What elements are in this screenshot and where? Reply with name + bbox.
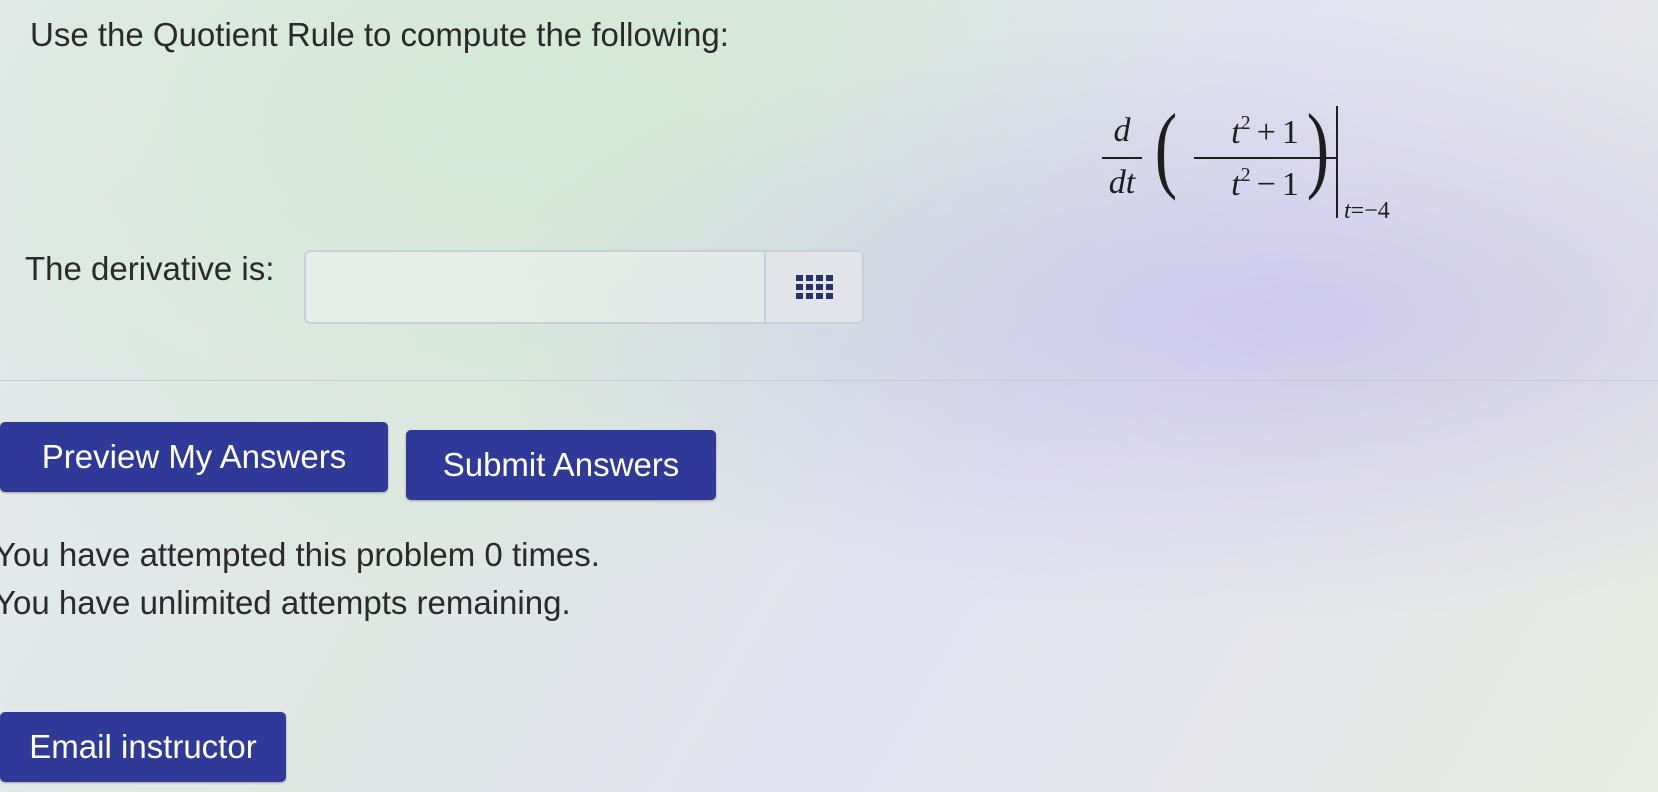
open-paren: (	[1154, 94, 1178, 201]
close-paren: )	[1306, 94, 1330, 201]
section-divider	[0, 380, 1658, 381]
derivative-fraction-bar	[1102, 157, 1142, 159]
answer-field-group	[304, 250, 864, 324]
question-instruction: Use the Quotient Rule to compute the fol…	[30, 16, 729, 53]
evaluation-point: t=−4	[1344, 198, 1390, 224]
derivative-denominator: dt	[1108, 164, 1136, 201]
answer-input[interactable]	[306, 252, 764, 322]
answer-label: The derivative is:	[25, 250, 275, 287]
preview-answers-button[interactable]: Preview My Answers	[0, 422, 388, 492]
attempts-status: You have attempted this problem 0 times.	[0, 536, 600, 573]
submit-answers-button[interactable]: Submit Answers	[406, 430, 716, 500]
equation-editor-grid-icon	[795, 275, 833, 299]
equation-editor-button[interactable]	[764, 252, 862, 322]
derivative-numerator: d	[1113, 112, 1131, 149]
evaluation-bar	[1336, 106, 1338, 218]
attempts-remaining-status: You have unlimited attempts remaining.	[0, 584, 571, 621]
email-instructor-button[interactable]: Email instructor	[0, 712, 286, 782]
